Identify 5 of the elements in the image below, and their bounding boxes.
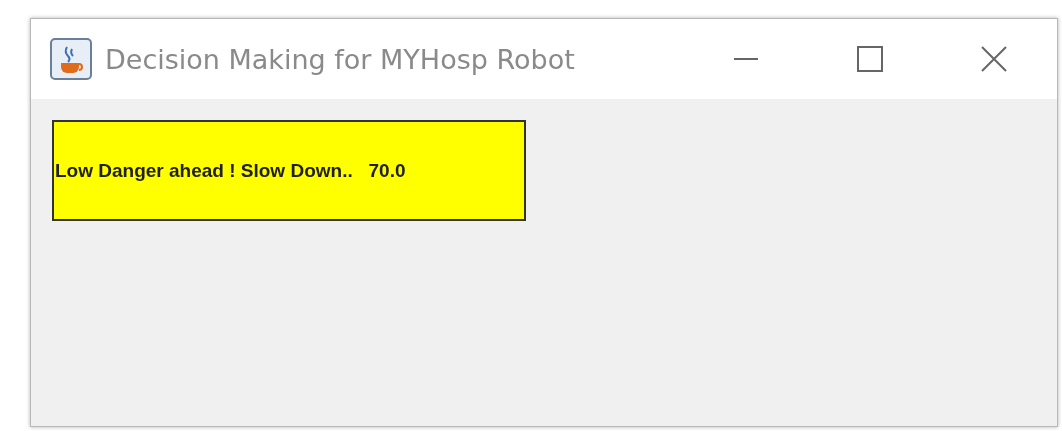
window-title: Decision Making for MYHosp Robot <box>105 43 575 75</box>
maximize-icon[interactable] <box>857 46 883 72</box>
danger-label: Low Danger ahead ! Slow Down.. 70.0 <box>52 120 526 221</box>
close-icon[interactable] <box>981 46 1007 72</box>
app-icon <box>49 37 93 81</box>
